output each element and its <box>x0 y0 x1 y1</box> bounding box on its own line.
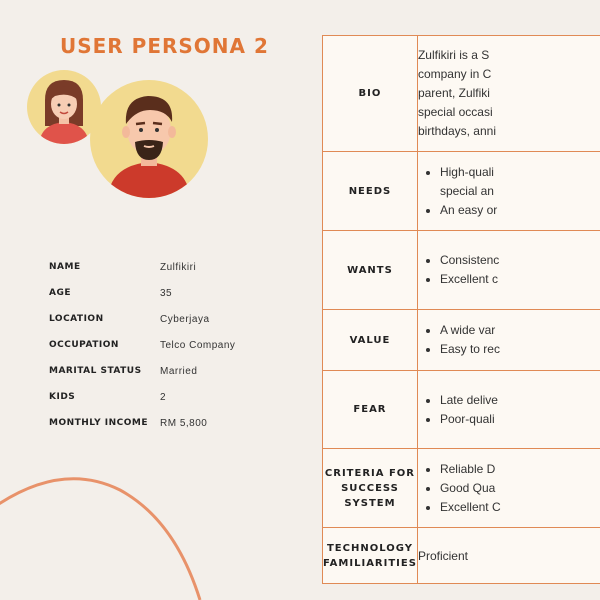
row-label: TECHNOLOGY FAMILIARITIES <box>322 527 418 584</box>
bullet-list: High-quali special an An easy or <box>418 163 600 220</box>
list-item: Reliable D <box>440 460 600 479</box>
profile-row: MARITAL STATUS Married <box>49 366 235 392</box>
profile-label: MONTHLY INCOME <box>49 418 149 428</box>
persona-table: BIO Zulfikiri is a S company in C parent… <box>322 35 600 584</box>
bio-line: special occasi <box>417 105 493 119</box>
profile-value: Cyberjaya <box>160 314 210 325</box>
table-row-bio: BIO Zulfikiri is a S company in C parent… <box>322 35 600 152</box>
technology-value: Proficient <box>417 548 468 563</box>
bio-text: Zulfikiri is a S company in C parent, Zu… <box>418 46 600 141</box>
table-row-needs: NEEDS High-quali special an An easy or <box>322 151 600 231</box>
row-label: FEAR <box>322 370 418 449</box>
table-row-wants: WANTS Consistenc Excellent c <box>322 230 600 310</box>
profile-row: KIDS 2 <box>49 392 235 418</box>
bio-line: birthdays, anni <box>417 124 496 138</box>
profile-label: LOCATION <box>49 314 104 324</box>
list-item: An easy or <box>440 201 600 220</box>
profile-value: 35 <box>160 288 173 299</box>
bullet-list: Consistenc Excellent c <box>418 251 600 289</box>
row-label-line: CRITERIA FOR SUCCESS <box>324 467 416 494</box>
male-avatar <box>90 80 208 198</box>
row-content: Late delive Poor-quali <box>416 370 600 449</box>
profile-row: NAME Zulfikiri <box>49 262 235 288</box>
page-title: USER PERSONA 2 <box>60 34 269 58</box>
profile-label: OCCUPATION <box>49 340 119 350</box>
list-item: Late delive <box>440 391 600 410</box>
row-content: A wide var Easy to rec <box>416 309 600 371</box>
bullet-list: Reliable D Good Qua Excellent C <box>418 460 600 517</box>
row-label: NEEDS <box>322 151 418 231</box>
profile-row: OCCUPATION Telco Company <box>49 340 235 366</box>
list-item: special an <box>439 183 494 198</box>
bio-line: parent, Zulfiki <box>417 86 490 100</box>
list-item: High-quali <box>440 163 600 182</box>
table-row-criteria: CRITERIA FOR SUCCESS SYSTEM Reliable D G… <box>322 448 600 528</box>
profile-row: LOCATION Cyberjaya <box>49 314 235 340</box>
bio-line: Zulfikiri is a S <box>417 48 490 62</box>
bio-line: company in C <box>417 67 492 81</box>
decorative-curve <box>0 477 202 600</box>
profile-label: AGE <box>49 288 72 298</box>
row-label-line: FAMILIARITIES <box>323 557 417 569</box>
row-label: WANTS <box>322 230 418 310</box>
profile-value: Zulfikiri <box>160 262 197 273</box>
list-item: Good Qua <box>440 479 600 498</box>
profile-label: MARITAL STATUS <box>49 366 142 376</box>
profile-row: AGE 35 <box>49 288 235 314</box>
row-content: Reliable D Good Qua Excellent C <box>416 448 600 528</box>
row-label: VALUE <box>322 309 418 371</box>
row-label: BIO <box>322 35 418 152</box>
profile-value: Telco Company <box>160 340 236 351</box>
profile-value: 2 <box>160 392 167 403</box>
table-row-fear: FEAR Late delive Poor-quali <box>322 370 600 449</box>
profile-value: Married <box>160 366 198 377</box>
row-content: High-quali special an An easy or <box>416 151 600 231</box>
row-content: Zulfikiri is a S company in C parent, Zu… <box>416 35 600 152</box>
profile-value: RM 5,800 <box>160 418 208 429</box>
profile-label: NAME <box>49 262 81 272</box>
row-label-line: TECHNOLOGY <box>326 542 413 554</box>
table-row-value: VALUE A wide var Easy to rec <box>322 309 600 371</box>
list-item: A wide var <box>440 321 600 340</box>
bullet-list: A wide var Easy to rec <box>418 321 600 359</box>
bullet-list: Late delive Poor-quali <box>418 391 600 429</box>
list-item: Poor-quali <box>440 410 600 429</box>
table-row-technology: TECHNOLOGY FAMILIARITIES Proficient <box>322 527 600 584</box>
profile-row: MONTHLY INCOME RM 5,800 <box>49 418 235 444</box>
row-label: CRITERIA FOR SUCCESS SYSTEM <box>322 448 418 528</box>
profile-info: NAME Zulfikiri AGE 35 LOCATION Cyberjaya… <box>49 262 235 444</box>
row-content: Proficient <box>416 527 600 584</box>
list-item: Excellent C <box>440 498 600 517</box>
list-item: Easy to rec <box>440 340 600 359</box>
row-label-line: SYSTEM <box>344 497 396 509</box>
list-item: Consistenc <box>440 251 600 270</box>
row-content: Consistenc Excellent c <box>416 230 600 310</box>
list-item: Excellent c <box>440 270 600 289</box>
profile-label: KIDS <box>49 392 76 402</box>
